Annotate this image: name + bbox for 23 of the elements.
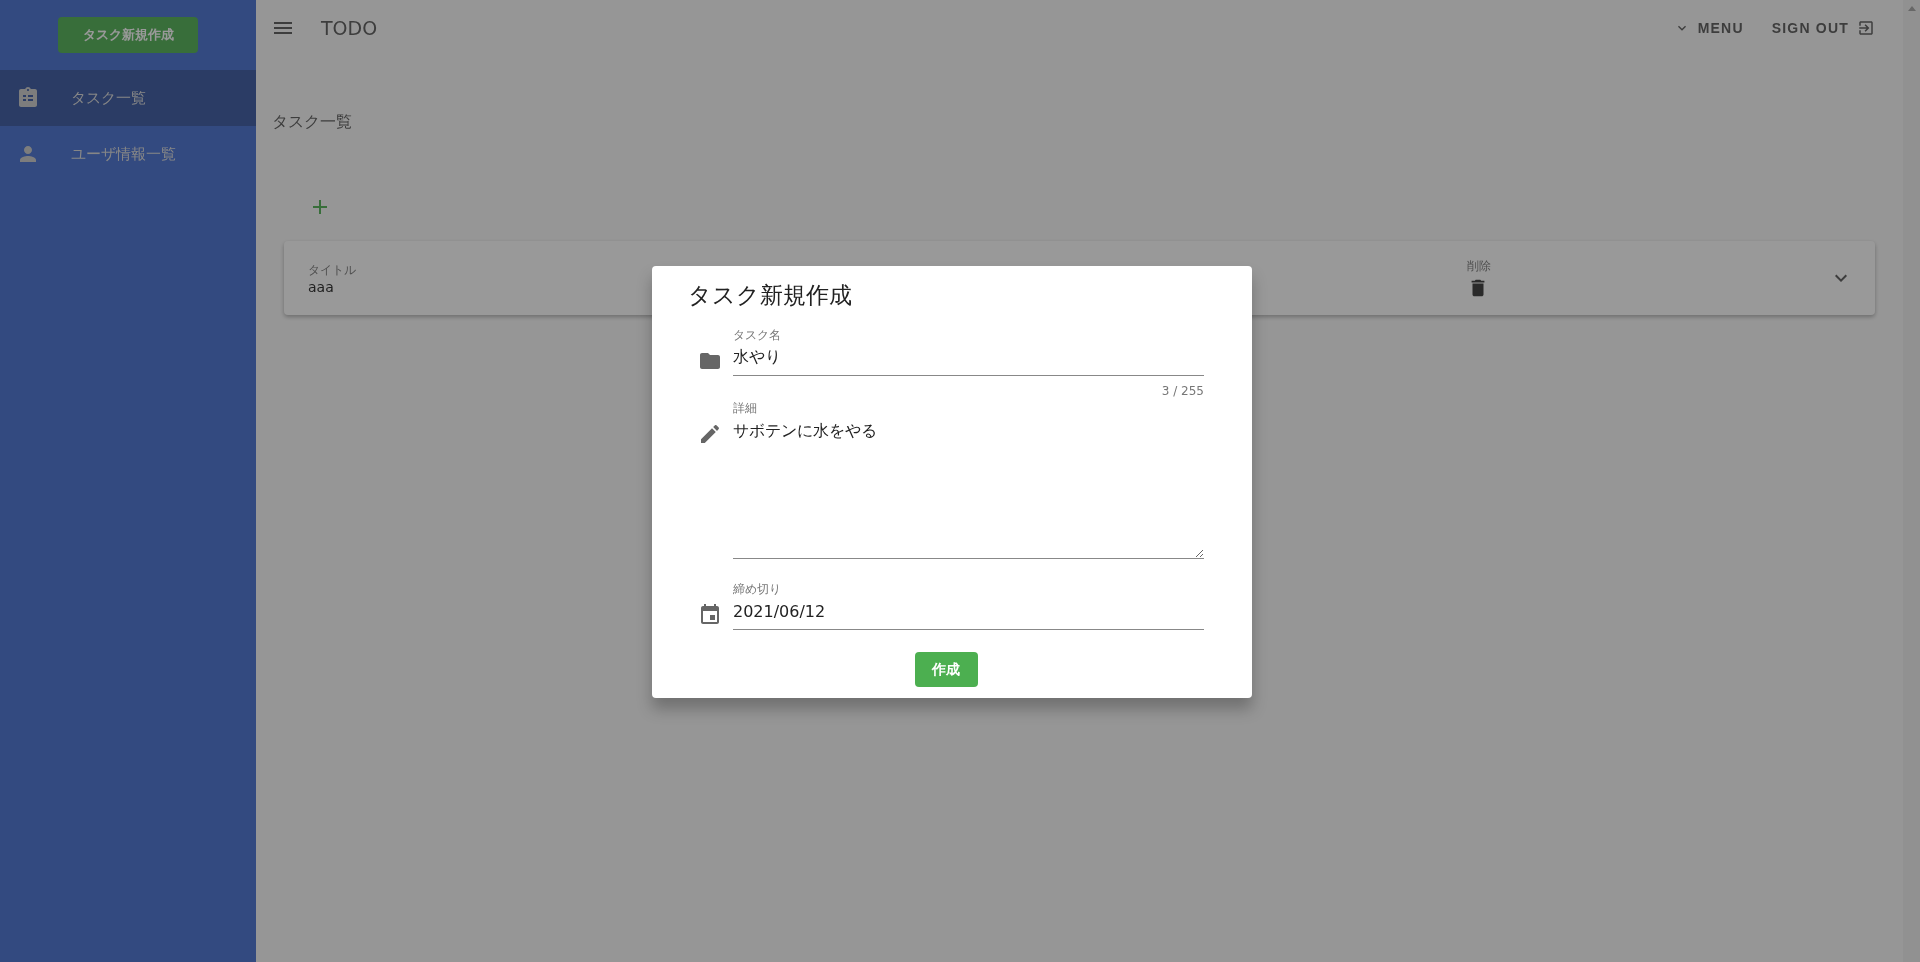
create-button[interactable]: 作成 — [914, 652, 978, 687]
field-label: タスク名 — [733, 327, 782, 344]
calendar-icon — [698, 603, 722, 627]
sidebar-item[interactable]: タスク一覧 — [0, 70, 256, 126]
create-task-button[interactable]: タスク新規作成 — [58, 17, 198, 53]
task-title: aaa — [308, 278, 334, 295]
dialog-title: タスク新規作成 — [688, 281, 853, 310]
input-field[interactable]: 水やり — [733, 344, 1204, 376]
pencil-icon — [698, 422, 722, 446]
column-header: タイトル — [308, 261, 356, 279]
sign-out-button[interactable]: SIGN OUT — [1757, 10, 1889, 46]
field-label: 詳細 — [733, 400, 758, 417]
app-title: TODO — [321, 17, 378, 39]
page-title: タスク一覧 — [272, 112, 353, 133]
input-field[interactable]: 2021/06/12 — [733, 598, 1204, 630]
sidebar-item[interactable]: ユーザ情報一覧 — [0, 126, 256, 182]
sign-out-icon — [1857, 19, 1875, 37]
character-counter: 3 / 255 — [1161, 384, 1204, 398]
scrollbar[interactable] — [1903, 0, 1920, 962]
clipboard-icon — [16, 86, 40, 110]
column-header: 削除 — [1467, 257, 1491, 275]
menu-button[interactable]: MENU — [1659, 10, 1758, 46]
field-label: 締め切り — [733, 581, 782, 598]
